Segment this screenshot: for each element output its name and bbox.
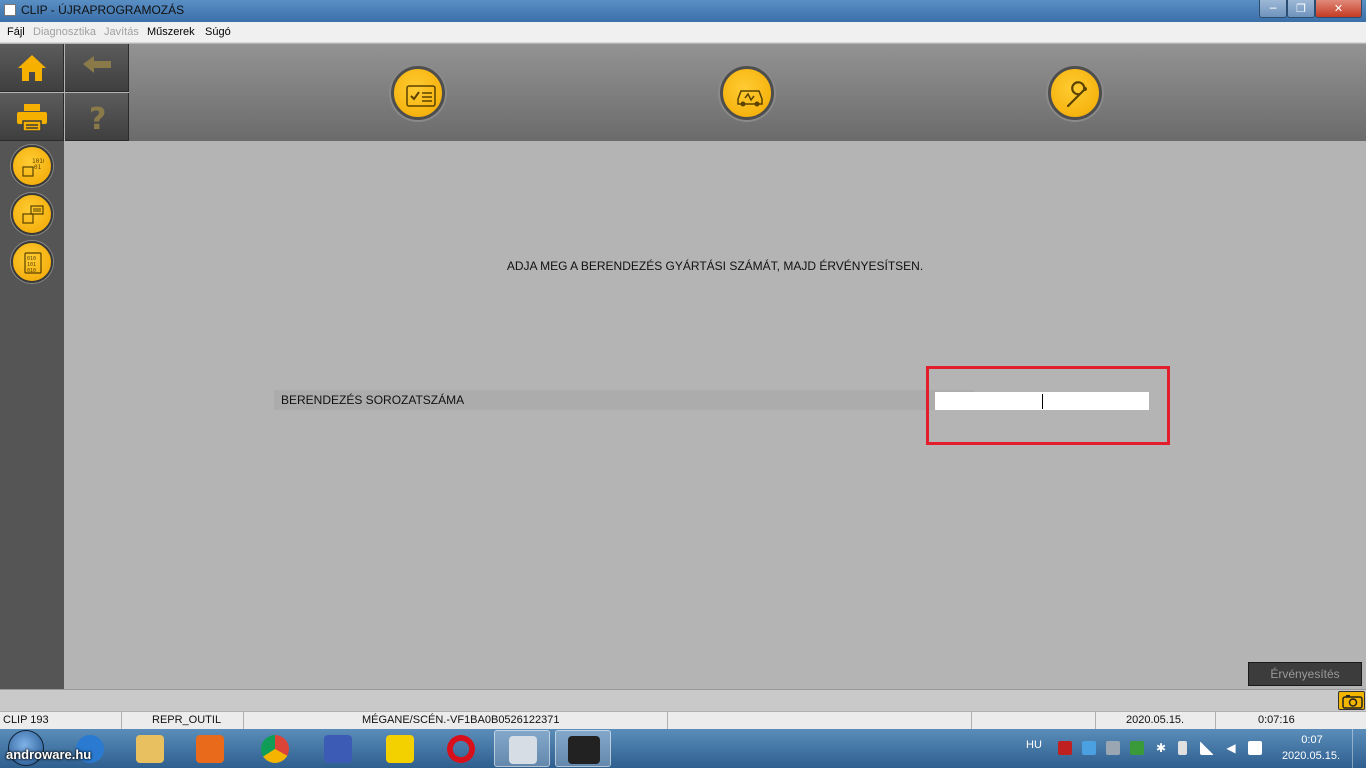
- status-module: REPR_OUTIL: [122, 712, 244, 729]
- ecu-binary-icon: 1010 01: [22, 158, 44, 177]
- help-button[interactable]: ?: [65, 93, 129, 141]
- tray-security-icon[interactable]: [1130, 741, 1144, 755]
- bluetooth-icon[interactable]: ✱: [1154, 741, 1168, 755]
- status-empty-2: [972, 712, 1096, 729]
- opera-icon: [447, 735, 475, 763]
- show-desktop-button[interactable]: [1352, 729, 1366, 768]
- tray-display-icon[interactable]: [1106, 741, 1120, 755]
- status-date: 2020.05.15.: [1096, 712, 1216, 729]
- clip-window: CLIP - ÚJRAPROGRAMOZÁS ─ ❐ ✕ Fájl Diagno…: [0, 0, 1366, 768]
- taskbar-media-player[interactable]: [182, 730, 238, 767]
- instruction-text: ADJA MEG A BERENDEZÉS GYÁRTÁSI SZÁMÁT, M…: [506, 259, 924, 273]
- left-sidebar: 1010 01 010 101 010: [0, 141, 64, 689]
- text-cursor: [1042, 394, 1043, 409]
- home-icon: [18, 55, 46, 81]
- tray-network-tool-icon[interactable]: [1082, 741, 1096, 755]
- print-button[interactable]: [0, 93, 64, 141]
- camera-button[interactable]: [1338, 691, 1365, 710]
- taskbar-pdf-reader[interactable]: [372, 730, 428, 767]
- clock-date[interactable]: 2020.05.15.: [1278, 750, 1344, 762]
- serial-number-label: BERENDEZÉS SOROZATSZÁMA: [281, 393, 465, 407]
- top-header: [129, 44, 1366, 141]
- taskbar-remote-app[interactable]: [310, 730, 366, 767]
- clock-time[interactable]: 0:07: [1290, 734, 1334, 746]
- folder-icon: [136, 735, 164, 763]
- menu-diagnostics: Diagnosztika: [33, 26, 96, 38]
- checklist-icon: [406, 85, 436, 107]
- remote-app-icon: [324, 735, 352, 763]
- memory-icon: 010 101 010: [24, 252, 42, 274]
- clip-app-icon: [568, 736, 600, 764]
- svg-text:?: ?: [89, 102, 106, 133]
- media-player-icon: [196, 735, 224, 763]
- action-center-icon[interactable]: [1248, 741, 1262, 755]
- status-vehicle: MÉGANE/SCÉN.-VF1BA0B0526122371: [244, 712, 668, 729]
- printer-icon: [17, 104, 47, 132]
- serial-number-row: BERENDEZÉS SOROZATSZÁMA: [274, 390, 974, 410]
- home-button[interactable]: [0, 44, 64, 92]
- app-icon: [4, 4, 16, 16]
- pdf-icon: [386, 735, 414, 763]
- menu-instruments[interactable]: Műszerek: [147, 26, 195, 38]
- menu-file[interactable]: Fájl: [7, 26, 25, 38]
- question-icon: ?: [89, 102, 106, 133]
- tray-app-icon[interactable]: [1058, 741, 1072, 755]
- main-panel: ADJA MEG A BERENDEZÉS GYÁRTÁSI SZÁMÁT, M…: [64, 141, 1366, 689]
- ecu-message-button[interactable]: [11, 193, 53, 235]
- status-bar: CLIP 193 REPR_OUTIL MÉGANE/SCÉN.-VF1BA0B…: [0, 711, 1366, 729]
- menu-repair: Javítás: [104, 26, 139, 38]
- volume-icon[interactable]: ◀: [1224, 741, 1238, 755]
- svg-text:010: 010: [27, 268, 36, 274]
- camera-icon: [1342, 695, 1363, 709]
- checklist-button[interactable]: [391, 66, 445, 120]
- watermark: androware.hu: [6, 747, 92, 762]
- validate-button[interactable]: Érvényesítés: [1248, 662, 1362, 686]
- recycle-app-icon: [509, 736, 537, 764]
- bottom-strip: [0, 689, 1366, 711]
- maximize-button[interactable]: ❐: [1287, 0, 1315, 18]
- menu-help[interactable]: Súgó: [205, 26, 231, 38]
- signal-icon[interactable]: [1200, 741, 1214, 755]
- status-clip-version: CLIP 193: [0, 712, 122, 729]
- battery-icon[interactable]: [1178, 741, 1187, 755]
- taskbar: androware.hu HU ✱ ◀ 0:07 2020.05.15.: [0, 729, 1366, 768]
- back-arrow-icon: [83, 56, 111, 73]
- ecu-binary-button[interactable]: 1010 01: [11, 145, 53, 187]
- language-indicator[interactable]: HU: [1026, 739, 1042, 751]
- minimize-button[interactable]: ─: [1259, 0, 1287, 18]
- close-button[interactable]: ✕: [1315, 0, 1362, 18]
- taskbar-opera[interactable]: [433, 730, 489, 767]
- chrome-icon: [261, 735, 289, 763]
- status-empty: [668, 712, 972, 729]
- car-diagnostics-icon: [737, 90, 763, 107]
- tools-button[interactable]: [1048, 66, 1102, 120]
- svg-text:01: 01: [34, 164, 42, 171]
- taskbar-clip-app[interactable]: [555, 730, 611, 767]
- status-elapsed: 0:07:16: [1258, 714, 1295, 726]
- menu-bar: Fájl Diagnosztika Javítás Műszerek Súgó: [0, 22, 1366, 43]
- wrench-icon: [1066, 81, 1087, 108]
- back-button[interactable]: [65, 44, 129, 92]
- taskbar-chrome[interactable]: [247, 730, 303, 767]
- taskbar-file-explorer[interactable]: [122, 730, 178, 767]
- vehicle-diagnostics-button[interactable]: [720, 66, 774, 120]
- ecu-message-icon: [22, 205, 44, 224]
- memory-dump-button[interactable]: 010 101 010: [11, 241, 53, 283]
- taskbar-recycle-app[interactable]: [494, 730, 550, 767]
- title-bar: CLIP - ÚJRAPROGRAMOZÁS ─ ❐ ✕: [0, 0, 1366, 22]
- window-title: CLIP - ÚJRAPROGRAMOZÁS: [21, 3, 185, 17]
